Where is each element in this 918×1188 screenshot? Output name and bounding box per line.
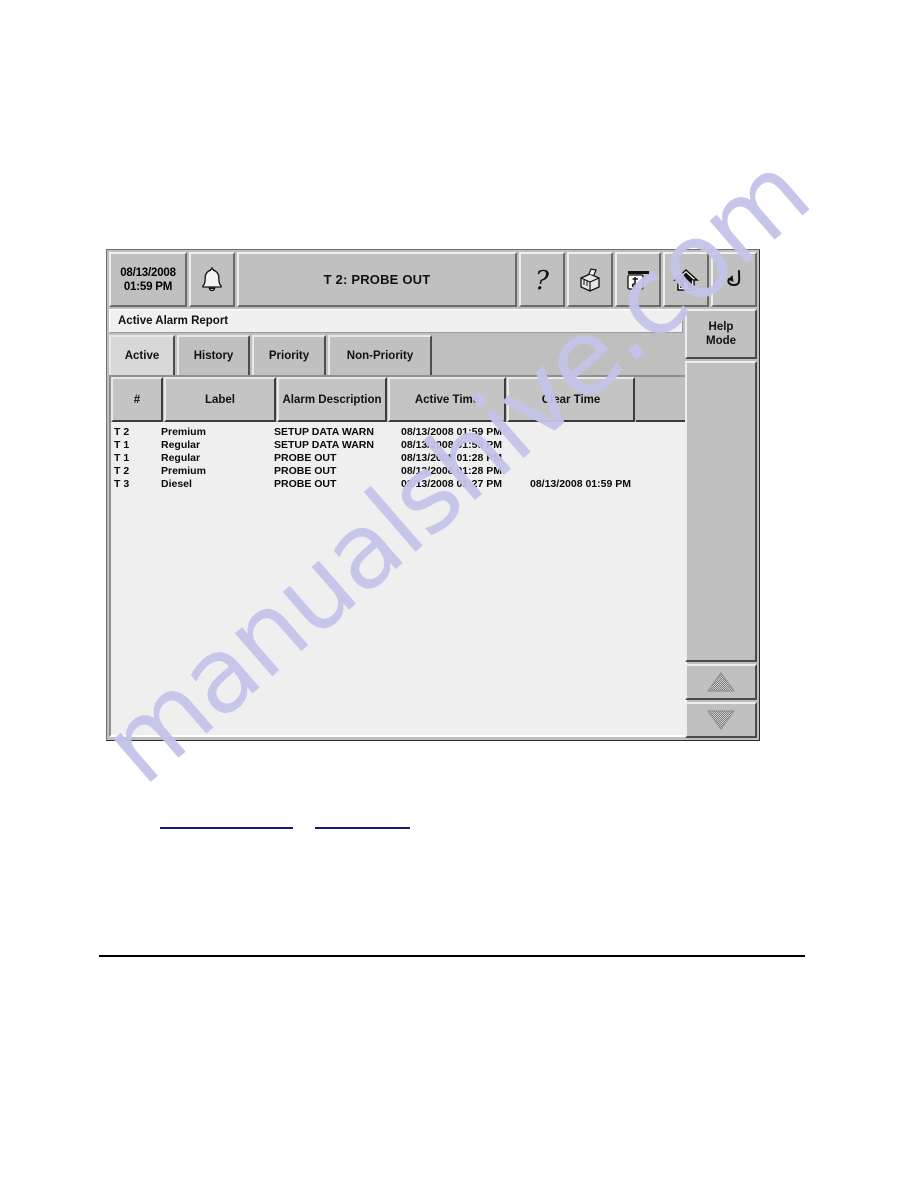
table-row[interactable]: T 2 Premium SETUP DATA WARN 08/13/2008 0… <box>111 425 685 438</box>
cell-number: T 1 <box>114 451 130 464</box>
datetime-display: 08/13/2008 01:59 PM <box>109 252 187 307</box>
column-header-filler <box>636 377 685 422</box>
hyperlink-underline-second[interactable] <box>315 827 410 829</box>
table-row[interactable]: T 3 Diesel PROBE OUT 08/13/2008 01:27 PM… <box>111 477 685 490</box>
help-mode-button[interactable]: Help Mode <box>685 309 757 359</box>
cell-clear-time: 08/13/2008 01:59 PM <box>530 477 631 490</box>
tab-priority-label: Priority <box>268 350 310 362</box>
svg-text:?: ? <box>535 266 550 295</box>
tab-non-priority-label: Non-Priority <box>346 350 414 362</box>
table-row[interactable]: T 2 Premium PROBE OUT 08/13/2008 01:28 P… <box>111 464 685 477</box>
cell-description: SETUP DATA WARN <box>274 425 374 438</box>
column-header-clear-time[interactable]: Clear Time <box>507 377 635 422</box>
back-button[interactable] <box>711 252 757 307</box>
report-tabs: Active History Priority Non-Priority <box>109 335 683 375</box>
alarm-status-title: T 2: PROBE OUT <box>237 252 517 307</box>
help-mode-label-line1: Help <box>708 321 734 333</box>
triangle-down-icon <box>706 709 736 731</box>
column-header-number[interactable]: # <box>111 377 163 422</box>
column-header-label[interactable]: Label <box>164 377 276 422</box>
cell-description: PROBE OUT <box>274 451 337 464</box>
tabstrip-filler <box>434 335 683 375</box>
sidebar-softkey-area <box>685 361 757 662</box>
cell-description: SETUP DATA WARN <box>274 438 374 451</box>
cell-number: T 3 <box>114 477 130 490</box>
scroll-down-button[interactable] <box>685 702 757 738</box>
alarm-table-body: T 2 Premium SETUP DATA WARN 08/13/2008 0… <box>111 422 685 733</box>
help-button[interactable]: ? <box>519 252 565 307</box>
tank-gauge-button[interactable] <box>615 252 661 307</box>
date-text: 08/13/2008 <box>120 266 176 279</box>
table-row[interactable]: T 1 Regular PROBE OUT 08/13/2008 01:28 P… <box>111 451 685 464</box>
cell-label: Regular <box>161 451 201 464</box>
console-screen: 08/13/2008 01:59 PM T 2: PROBE OUT ? Act… <box>106 249 760 741</box>
column-header-description[interactable]: Alarm Description <box>277 377 387 422</box>
report-title-bar: Active Alarm Report <box>109 309 683 333</box>
cell-active-time: 08/13/2008 01:27 PM <box>401 477 502 490</box>
alarm-table-header: # Label Alarm Description Active Time Cl… <box>111 377 685 422</box>
cell-label: Diesel <box>161 477 192 490</box>
alarm-bell-button[interactable] <box>189 252 235 307</box>
report-title-text: Active Alarm Report <box>118 315 229 327</box>
cell-number: T 1 <box>114 438 130 451</box>
cell-label: Regular <box>161 438 201 451</box>
help-mode-label-line2: Mode <box>705 335 737 347</box>
cell-active-time: 08/13/2008 01:59 PM <box>401 425 502 438</box>
cell-active-time: 08/13/2008 01:59 PM <box>401 438 502 451</box>
time-text: 01:59 PM <box>123 280 173 293</box>
column-header-active-time[interactable]: Active Time <box>388 377 506 422</box>
cell-description: PROBE OUT <box>274 464 337 477</box>
print-button[interactable] <box>567 252 613 307</box>
cell-number: T 2 <box>114 464 130 477</box>
alarm-table-panel: # Label Alarm Description Active Time Cl… <box>109 375 687 737</box>
question-mark-icon: ? <box>529 265 555 295</box>
tab-history-label: History <box>193 350 234 362</box>
footer-divider <box>99 955 805 957</box>
tab-non-priority[interactable]: Non-Priority <box>328 335 432 375</box>
cell-label: Premium <box>161 425 206 438</box>
cell-active-time: 08/13/2008 01:28 PM <box>401 464 502 477</box>
hyperlink-underline-first[interactable] <box>160 827 293 829</box>
tab-history[interactable]: History <box>177 335 250 375</box>
tab-active-label: Active <box>124 350 160 362</box>
cell-active-time: 08/13/2008 01:28 PM <box>401 451 502 464</box>
cell-number: T 2 <box>114 425 130 438</box>
home-icon <box>672 266 700 294</box>
return-arrow-icon <box>720 266 748 294</box>
scroll-up-button[interactable] <box>685 664 757 700</box>
cell-description: PROBE OUT <box>274 477 337 490</box>
bell-icon <box>200 266 224 294</box>
table-row[interactable]: T 1 Regular SETUP DATA WARN 08/13/2008 0… <box>111 438 685 451</box>
printer-icon <box>576 266 604 294</box>
cell-label: Premium <box>161 464 206 477</box>
console-topbar: 08/13/2008 01:59 PM T 2: PROBE OUT ? <box>109 252 757 307</box>
tab-priority[interactable]: Priority <box>252 335 326 375</box>
tab-active[interactable]: Active <box>109 335 175 375</box>
home-button[interactable] <box>663 252 709 307</box>
tank-probe-icon <box>623 267 653 293</box>
triangle-up-icon <box>706 671 736 693</box>
console-sidebar: Help Mode <box>685 309 757 738</box>
